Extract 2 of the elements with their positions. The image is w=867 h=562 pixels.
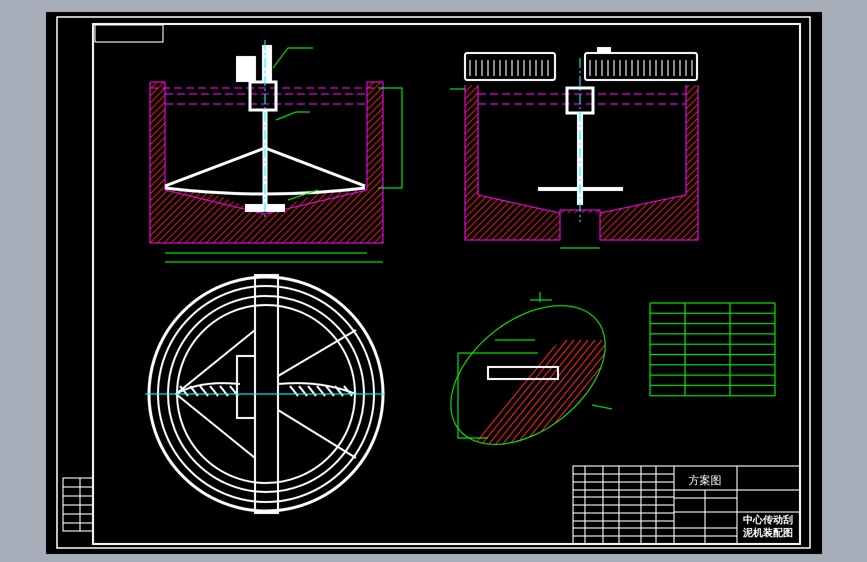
drawing-title: 中心传动刮泥机装配图	[742, 514, 794, 540]
sheet-title: 方案图	[688, 474, 722, 487]
